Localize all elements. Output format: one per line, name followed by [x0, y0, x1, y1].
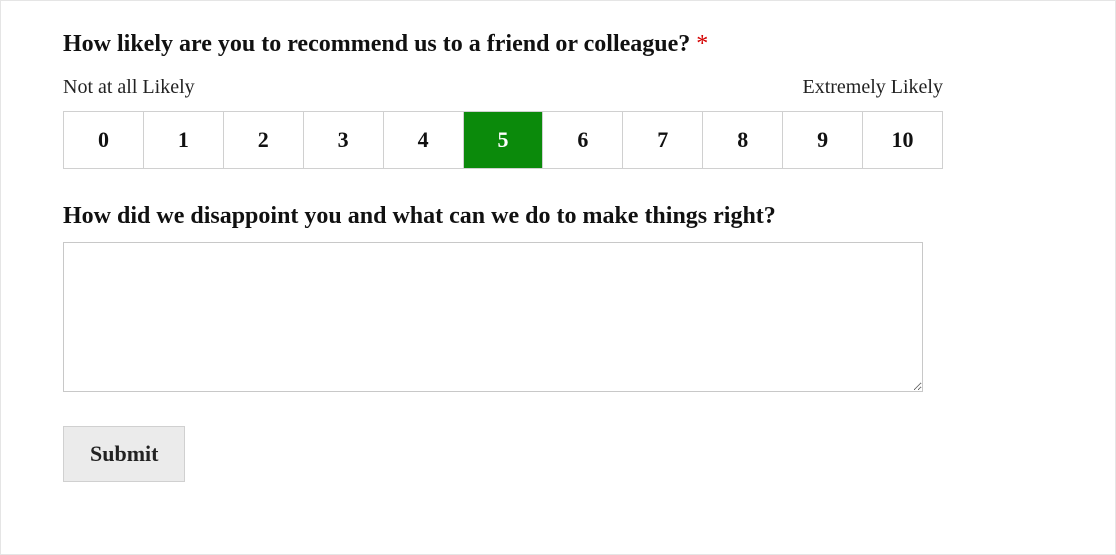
followup-question: How did we disappoint you and what can w… [63, 203, 1055, 230]
nps-scale: 0 1 2 3 4 5 6 7 8 9 10 [63, 111, 943, 169]
followup-textarea[interactable] [63, 242, 923, 392]
nps-option-0[interactable]: 0 [64, 112, 144, 168]
survey-form: How likely are you to recommend us to a … [0, 0, 1116, 555]
required-marker: * [696, 31, 708, 57]
nps-option-10[interactable]: 10 [863, 112, 942, 168]
nps-option-4[interactable]: 4 [384, 112, 464, 168]
nps-option-8[interactable]: 8 [703, 112, 783, 168]
nps-option-5[interactable]: 5 [464, 112, 544, 168]
scale-end-labels: Not at all Likely Extremely Likely [63, 76, 943, 99]
nps-option-2[interactable]: 2 [224, 112, 304, 168]
nps-question: How likely are you to recommend us to a … [63, 31, 1055, 58]
nps-option-1[interactable]: 1 [144, 112, 224, 168]
nps-option-7[interactable]: 7 [623, 112, 703, 168]
nps-option-6[interactable]: 6 [543, 112, 623, 168]
nps-question-text: How likely are you to recommend us to a … [63, 31, 690, 57]
scale-high-label: Extremely Likely [802, 76, 943, 99]
nps-option-9[interactable]: 9 [783, 112, 863, 168]
scale-low-label: Not at all Likely [63, 76, 195, 99]
nps-option-3[interactable]: 3 [304, 112, 384, 168]
submit-button[interactable]: Submit [63, 426, 185, 482]
